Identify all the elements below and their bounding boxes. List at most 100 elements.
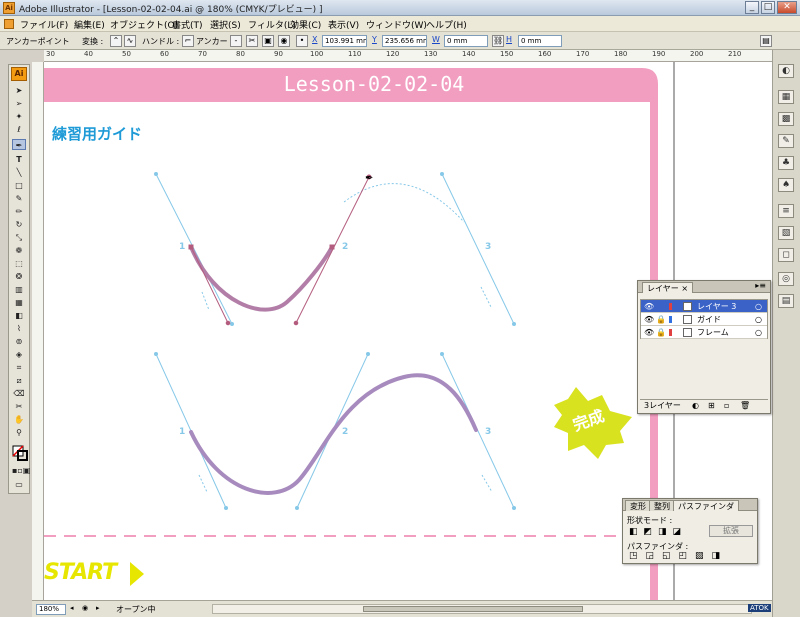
- crop-tool-icon[interactable]: ⌗: [12, 362, 26, 373]
- tab-close-icon[interactable]: ×: [681, 284, 688, 293]
- rotate-tool-icon[interactable]: ↻: [12, 219, 26, 230]
- screen-mode-icon[interactable]: ▭: [12, 479, 26, 490]
- new-sublayer-icon[interactable]: ⊞: [708, 400, 715, 412]
- layer-name[interactable]: ガイド: [697, 313, 721, 326]
- delete-layer-icon[interactable]: 🗑: [740, 400, 750, 412]
- selection-tool-icon[interactable]: ➤: [12, 85, 26, 96]
- hand-tool-icon[interactable]: ✋: [12, 414, 26, 425]
- h-field[interactable]: 0 mm: [518, 35, 562, 47]
- shape-mode-buttons[interactable]: ◧◩◨◪: [629, 527, 687, 537]
- panel-menu-icon[interactable]: ▸≡: [755, 281, 766, 290]
- next-artboard-icon[interactable]: ▸: [96, 604, 100, 612]
- dock-transparency-icon[interactable]: ◻: [778, 248, 794, 262]
- menu-file[interactable]: ファイル(F): [20, 18, 68, 31]
- close-button[interactable]: ✕: [777, 1, 797, 14]
- menu-select[interactable]: 選択(S): [210, 18, 241, 31]
- rectangle-tool-icon[interactable]: □: [12, 180, 26, 191]
- remove-anchor-icon[interactable]: -: [230, 35, 242, 47]
- first-artboard-icon[interactable]: ◂: [70, 604, 74, 612]
- document-icon[interactable]: [4, 19, 14, 29]
- target-icon[interactable]: ○: [755, 326, 762, 339]
- artboard-icon[interactable]: ◉: [82, 604, 88, 612]
- make-clip-icon[interactable]: ◐: [692, 400, 699, 412]
- dock-color-icon[interactable]: ◐: [778, 64, 794, 78]
- handle-icon[interactable]: ⌐: [182, 35, 194, 47]
- dock-appearance-icon[interactable]: ◎: [778, 272, 794, 286]
- convert-smooth-icon[interactable]: ∿: [124, 35, 136, 47]
- line-tool-icon[interactable]: ╲: [12, 167, 26, 178]
- maximize-button[interactable]: □: [761, 1, 775, 14]
- free-transform-tool-icon[interactable]: ⬚: [12, 258, 26, 269]
- scale-tool-icon[interactable]: ⤡: [12, 232, 26, 243]
- scissors-tool-icon[interactable]: ✂: [12, 401, 26, 412]
- point-ref-icon[interactable]: •: [296, 35, 308, 47]
- dock-layers-icon[interactable]: ▤: [778, 294, 794, 308]
- layer-row[interactable]: 👁 レイヤー 3 ○: [641, 300, 767, 313]
- dock-stroke-weight-icon[interactable]: ≡: [778, 204, 794, 218]
- menu-type[interactable]: 書式(T): [172, 18, 203, 31]
- color-mode-icon[interactable]: ▪▫▣: [12, 465, 30, 476]
- visibility-icon[interactable]: 👁: [644, 300, 654, 313]
- x-field[interactable]: 103.991 mm: [322, 35, 367, 47]
- fill-stroke-icon[interactable]: [12, 445, 28, 461]
- target-icon[interactable]: ○: [755, 300, 762, 313]
- graph-tool-icon[interactable]: ▥: [12, 284, 26, 295]
- link-icon[interactable]: ⛓: [492, 35, 504, 47]
- lock-icon[interactable]: 🔒: [656, 326, 666, 339]
- direct-selection-tool-icon[interactable]: ➢: [12, 98, 26, 109]
- panel-menu-icon[interactable]: ▤: [760, 35, 772, 47]
- y-field[interactable]: 235.656 mm: [382, 35, 427, 47]
- menu-object[interactable]: オブジェクト(O): [110, 18, 178, 31]
- w-field[interactable]: 0 mm: [444, 35, 488, 47]
- menu-help[interactable]: ヘルプ(H): [426, 18, 467, 31]
- layer-row[interactable]: 👁 🔒 ガイド ○: [641, 313, 767, 326]
- slice-tool-icon[interactable]: ⧄: [12, 375, 26, 386]
- menu-edit[interactable]: 編集(E): [74, 18, 105, 31]
- new-layer-icon[interactable]: ▫: [724, 400, 729, 412]
- blend-tool-icon[interactable]: ⊚: [12, 336, 26, 347]
- expand-button[interactable]: 拡張: [709, 525, 753, 537]
- menu-view[interactable]: 表示(V): [328, 18, 359, 31]
- pathfinder-buttons[interactable]: ◳◲◱◰▧◨: [629, 551, 728, 561]
- dock-gradient-icon[interactable]: ▧: [778, 226, 794, 240]
- align-icon[interactable]: ◉: [278, 35, 290, 47]
- target-icon[interactable]: ○: [755, 313, 762, 326]
- pen-tool-icon[interactable]: ✒: [12, 139, 26, 150]
- eraser-tool-icon[interactable]: ⌫: [12, 388, 26, 399]
- dock-brushes-icon[interactable]: ✎: [778, 134, 794, 148]
- magic-wand-tool-icon[interactable]: ✦: [12, 111, 26, 122]
- zoom-field[interactable]: 180%: [36, 604, 66, 615]
- visibility-icon[interactable]: 👁: [644, 326, 654, 339]
- layer-row[interactable]: 👁 🔒 フレーム ○: [641, 326, 767, 339]
- dock-graphic-styles-icon[interactable]: ♠: [778, 178, 794, 192]
- visibility-icon[interactable]: 👁: [644, 313, 654, 326]
- paintbrush-tool-icon[interactable]: ✎: [12, 193, 26, 204]
- eyedropper-tool-icon[interactable]: ⌇: [12, 323, 26, 334]
- layer-name[interactable]: フレーム: [697, 326, 729, 339]
- dock-symbols-icon[interactable]: ♣: [778, 156, 794, 170]
- dock-stroke-icon[interactable]: ▦: [778, 90, 794, 104]
- menu-filter[interactable]: フィルタ(L): [248, 18, 296, 31]
- convert-corner-icon[interactable]: ⌃: [110, 35, 122, 47]
- pencil-tool-icon[interactable]: ✏: [12, 206, 26, 217]
- live-paint-tool-icon[interactable]: ◈: [12, 349, 26, 360]
- menu-window[interactable]: ウィンドウ(W): [366, 18, 427, 31]
- tab-pathfinder[interactable]: パスファインダ: [673, 500, 739, 511]
- horizontal-scrollbar[interactable]: [212, 604, 752, 614]
- tab-layers[interactable]: レイヤー ×: [642, 282, 694, 293]
- mesh-tool-icon[interactable]: ▦: [12, 297, 26, 308]
- layer-name[interactable]: レイヤー 3: [697, 300, 736, 313]
- tab-align[interactable]: 整列: [649, 500, 675, 511]
- cut-path-icon[interactable]: ✂: [246, 35, 258, 47]
- minimize-button[interactable]: _: [745, 1, 759, 14]
- scroll-thumb[interactable]: [363, 606, 583, 612]
- type-tool-icon[interactable]: T: [12, 154, 26, 165]
- zoom-tool-icon[interactable]: ⚲: [12, 427, 26, 438]
- lock-icon[interactable]: 🔒: [656, 313, 666, 326]
- symbol-sprayer-tool-icon[interactable]: ❂: [12, 271, 26, 282]
- lasso-tool-icon[interactable]: ℓ: [12, 124, 26, 135]
- dock-swatches-icon[interactable]: ▩: [778, 112, 794, 126]
- menu-effect[interactable]: 効果(C): [290, 18, 321, 31]
- gradient-tool-icon[interactable]: ◧: [12, 310, 26, 321]
- tab-transform[interactable]: 変形: [625, 500, 651, 511]
